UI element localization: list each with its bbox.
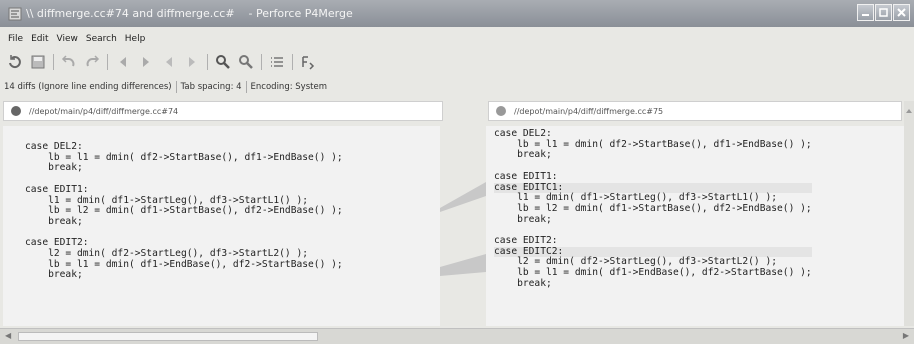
redo-button[interactable] xyxy=(84,54,100,70)
save-icon xyxy=(31,55,45,69)
right-code-line: case EDIT1: xyxy=(494,170,558,182)
toolbar-separator xyxy=(207,54,208,70)
toolbar-separator xyxy=(107,54,108,70)
search-next-icon xyxy=(239,55,253,69)
vertical-scrollbar[interactable] xyxy=(904,101,914,326)
right-file-marker-icon xyxy=(496,106,506,116)
reload-icon xyxy=(9,55,21,69)
redo-icon xyxy=(86,55,100,67)
right-code-line: break; xyxy=(494,277,552,289)
diff-gutter xyxy=(440,126,486,326)
horizontal-scrollbar[interactable]: ◀ ▶ xyxy=(0,328,914,344)
maximize-button[interactable] xyxy=(875,4,892,21)
previous-conflict-button[interactable] xyxy=(161,54,177,70)
scroll-right-icon[interactable]: ▶ xyxy=(903,331,909,340)
previous-diff-button[interactable] xyxy=(115,54,131,70)
menu-file[interactable]: File xyxy=(8,34,23,44)
left-code-line: break; xyxy=(25,215,83,227)
menu-search[interactable]: Search xyxy=(86,34,117,44)
info-bar: 14 diffs (Ignore line ending differences… xyxy=(0,78,914,96)
undo-button[interactable] xyxy=(61,54,77,70)
left-code: case DEL2: lb = l1 = dmin( df2->StartBas… xyxy=(25,141,343,281)
left-code-line: break; xyxy=(25,162,83,174)
left-code-line: case EDIT1: xyxy=(25,183,89,195)
right-code-line: break; xyxy=(494,149,552,161)
arrow-right-icon xyxy=(189,57,195,67)
close-icon xyxy=(897,8,906,17)
left-code-line: break; xyxy=(25,269,83,281)
scroll-left-icon[interactable]: ◀ xyxy=(5,331,11,340)
p4merge-window: \\ diffmerge.cc#74 and diffmerge.cc# - P… xyxy=(0,0,914,344)
scroll-up-icon xyxy=(906,109,912,113)
undo-icon xyxy=(61,55,75,67)
toolbar xyxy=(0,50,914,74)
left-pane-header: //depot/main/p4/diff/diffmerge.cc#74 xyxy=(3,101,443,121)
left-file-path: //depot/main/p4/diff/diffmerge.cc#74 xyxy=(29,106,179,116)
toolbar-separator xyxy=(261,54,262,70)
window-controls xyxy=(857,4,910,21)
menu-bar: File Edit View Search Help xyxy=(0,30,914,47)
maximize-icon xyxy=(879,8,888,17)
left-code-pane[interactable]: case DEL2: lb = l1 = dmin( df2->StartBas… xyxy=(3,126,440,326)
minimize-icon xyxy=(862,14,869,16)
menu-help[interactable]: Help xyxy=(125,34,146,44)
close-button[interactable] xyxy=(893,4,910,21)
search-icon xyxy=(216,55,230,69)
app-icon xyxy=(8,7,22,20)
scrollbar-thumb[interactable] xyxy=(18,332,318,341)
window-title: \\ diffmerge.cc#74 and diffmerge.cc# - P… xyxy=(26,7,353,20)
arrow-left-icon xyxy=(166,57,172,67)
diff-options-button[interactable] xyxy=(300,54,316,70)
reload-button[interactable] xyxy=(7,54,23,70)
right-file-path: //depot/main/p4/diff/diffmerge.cc#75 xyxy=(514,106,664,116)
title-bar: \\ diffmerge.cc#74 and diffmerge.cc# - P… xyxy=(0,0,914,27)
menu-edit[interactable]: Edit xyxy=(31,34,48,44)
find-button[interactable] xyxy=(215,54,231,70)
find-next-button[interactable] xyxy=(238,54,254,70)
save-button[interactable] xyxy=(30,54,46,70)
right-pane-header: //depot/main/p4/diff/diffmerge.cc#75 xyxy=(488,101,902,121)
next-conflict-button[interactable] xyxy=(184,54,200,70)
tab-spacing: Tab spacing: 4 xyxy=(180,82,242,92)
menu-view[interactable]: View xyxy=(57,34,78,44)
right-code: case DEL2: lb = l1 = dmin( df2->StartBas… xyxy=(494,128,812,290)
options-icon xyxy=(302,56,315,70)
right-code-line: break; xyxy=(494,213,552,225)
diff-connector-graphic xyxy=(440,182,486,276)
toolbar-separator xyxy=(53,54,54,70)
left-file-marker-icon xyxy=(11,106,21,116)
next-diff-button[interactable] xyxy=(138,54,154,70)
list-icon xyxy=(271,57,283,67)
right-code-pane[interactable]: case DEL2: lb = l1 = dmin( df2->StartBas… xyxy=(486,126,904,326)
line-numbers-button[interactable] xyxy=(269,54,285,70)
arrow-left-icon xyxy=(120,57,126,67)
encoding: Encoding: System xyxy=(250,82,327,92)
toolbar-separator xyxy=(292,54,293,70)
diff-count: 14 diffs (Ignore line ending differences… xyxy=(4,82,172,92)
minimize-button[interactable] xyxy=(857,4,874,21)
arrow-right-icon xyxy=(143,57,149,67)
